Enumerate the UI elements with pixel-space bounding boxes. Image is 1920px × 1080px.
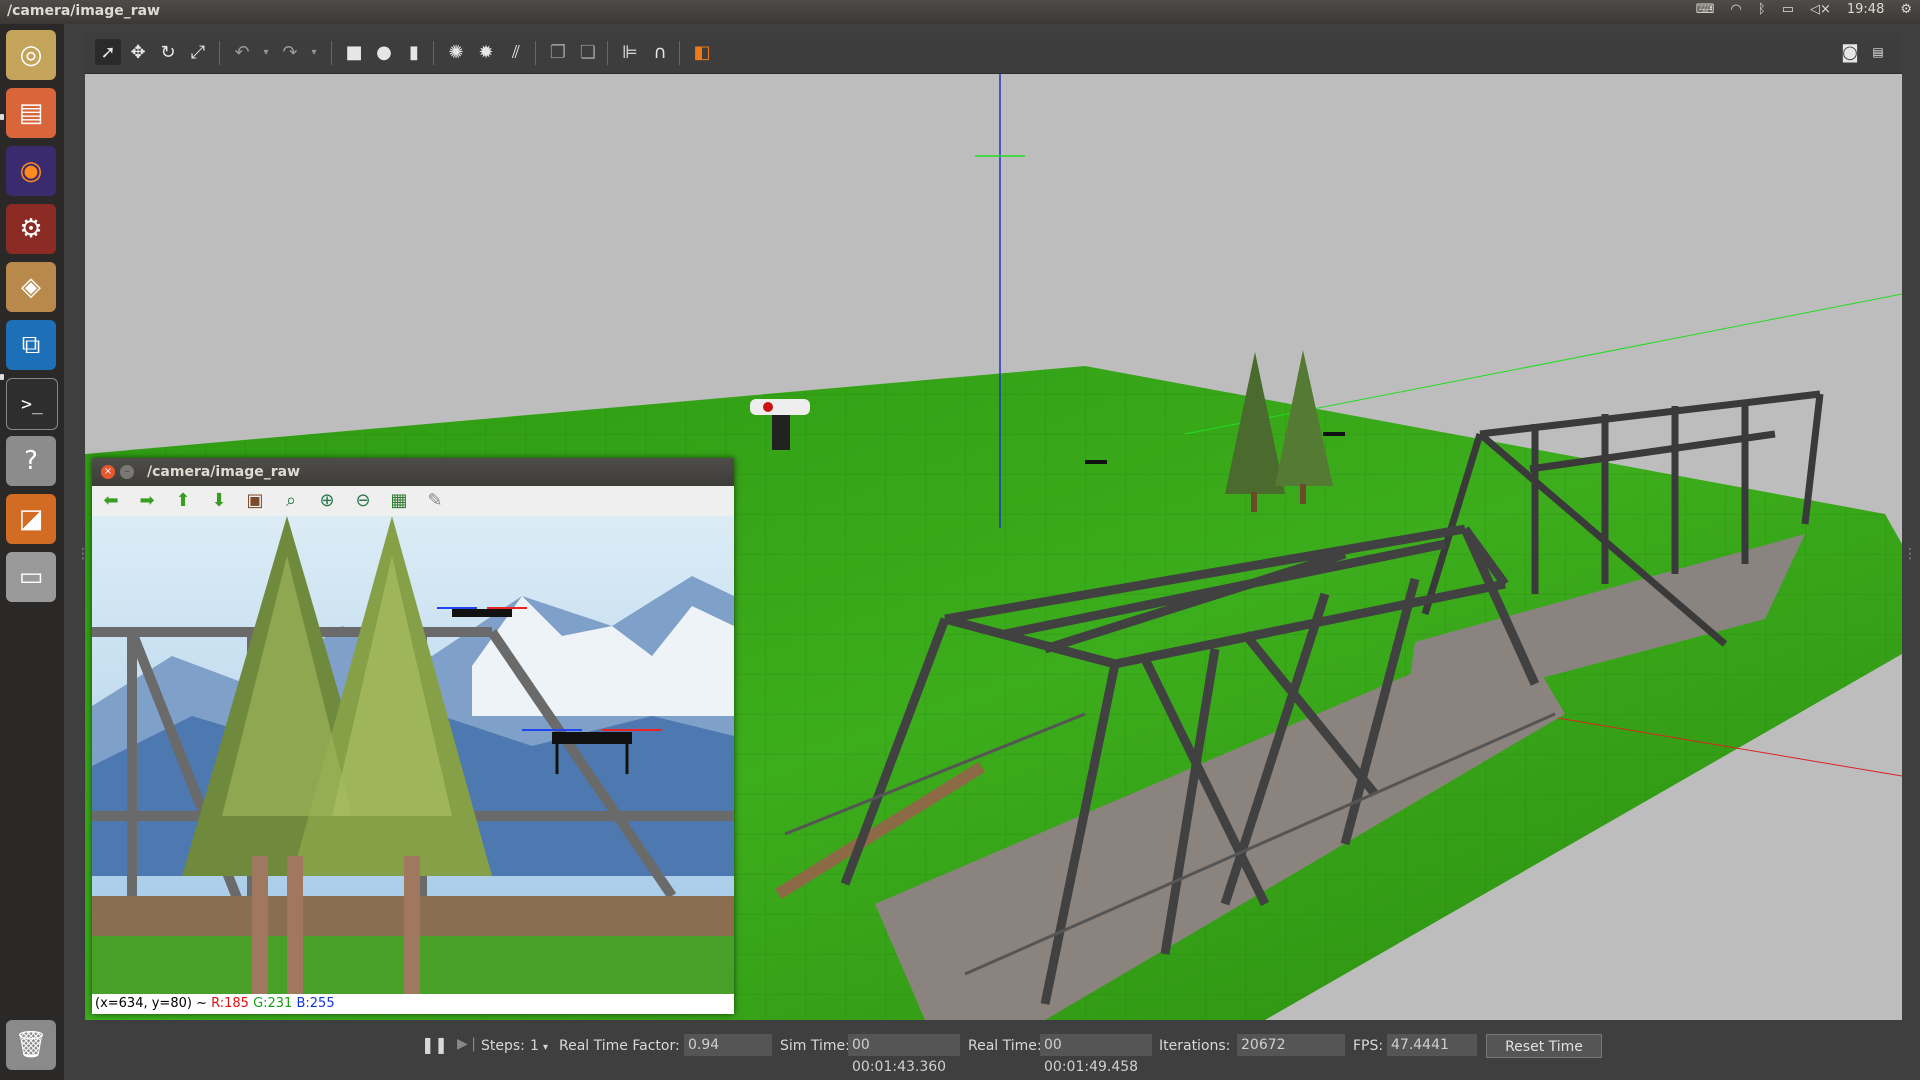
steps-dropdown-icon[interactable]: ▾ — [543, 1042, 548, 1053]
real-time-label: Real Time: — [968, 1038, 1042, 1054]
arrow-right-icon[interactable]: ➡ — [136, 490, 158, 512]
vscode-icon[interactable]: ⧉ — [6, 320, 56, 370]
box-shape-icon[interactable]: ■ — [341, 39, 367, 65]
zoom-in-icon[interactable]: ⊕ — [316, 490, 338, 512]
screenshot-icon[interactable]: ◙ — [1837, 39, 1863, 65]
volume-icon[interactable]: ◁× — [1810, 2, 1831, 17]
translate-mode-icon[interactable]: ✥ — [125, 39, 151, 65]
toolbar-separator — [535, 41, 536, 65]
rtf-field: 0.94 — [684, 1034, 772, 1056]
left-splitter-handle[interactable]: ⋮ — [76, 546, 90, 562]
sim-time-field: 00 00:01:43.360 — [848, 1034, 960, 1075]
brush-icon[interactable]: ✎ — [424, 490, 446, 512]
zoom-fit-icon[interactable]: ⌕ — [280, 490, 302, 512]
drone — [1085, 460, 1107, 464]
redo-dropdown-icon[interactable]: ▾ — [301, 39, 327, 65]
firefox-icon[interactable]: ◉ — [6, 146, 56, 196]
terminal-icon[interactable]: >_ — [6, 378, 58, 430]
running-indicator — [0, 374, 4, 380]
image-icon[interactable]: ▣ — [244, 490, 266, 512]
camera-image[interactable] — [92, 516, 734, 994]
toolbar-separator — [607, 41, 608, 65]
camera-pillar — [772, 410, 790, 450]
toolbar-separator — [219, 41, 220, 65]
help-icon[interactable]: ? — [6, 436, 56, 486]
pixel-green: G:231 — [253, 996, 293, 1011]
zoom-out-icon[interactable]: ⊖ — [352, 490, 374, 512]
gazebo-toolbar: ➚ ✥ ↻ ⤢ ↶ ▾ ↷ ▾ ■ ● ▮ ✺ ✹ ⫽ ❐ ❏ ⊫ ∩ ◧ ◙ … — [85, 33, 1902, 74]
log-icon[interactable]: ▤ — [1865, 39, 1891, 65]
drone — [1323, 432, 1345, 436]
iterations-label: Iterations: — [1159, 1038, 1231, 1054]
pixel-blue: B:255 — [296, 996, 335, 1011]
scale-mode-icon[interactable]: ⤢ — [185, 39, 211, 65]
save-icon[interactable]: ▦ — [388, 490, 410, 512]
rtf-label: Real Time Factor: — [559, 1038, 680, 1054]
toolbar-separator — [433, 41, 434, 65]
clock[interactable]: 19:48 — [1847, 2, 1884, 17]
toolbar-separator — [679, 41, 680, 65]
camera-image-render — [92, 516, 734, 994]
top-panel: /camera/image_raw ⌨ ◠ ᛒ ▭ ◁× 19:48 ⚙ — [0, 0, 1920, 24]
keyboard-icon[interactable]: ⌨ — [1696, 2, 1715, 17]
close-icon[interactable]: × — [101, 465, 115, 479]
running-indicator — [0, 114, 4, 120]
system-settings-icon[interactable]: ⚙ — [6, 204, 56, 254]
view-angle-icon[interactable]: ◧ — [689, 39, 715, 65]
trash-icon[interactable]: 🗑 — [6, 1020, 56, 1070]
steps-value[interactable]: 1 — [530, 1038, 539, 1054]
image-view-title: /camera/image_raw — [147, 464, 301, 480]
launcher: ◎ ▤ ◉ ⚙ ◈ ⧉ >_ ? ◪ ▭ 🗑 — [0, 24, 64, 1080]
dash-home-icon[interactable]: ◎ — [6, 30, 56, 80]
toolbar-separator — [331, 41, 332, 65]
snap-icon[interactable]: ∩ — [647, 39, 673, 65]
step-icon[interactable]: ▶❘ — [457, 1036, 480, 1052]
image-view-titlebar[interactable]: × – /camera/image_raw — [92, 458, 734, 486]
gear-icon[interactable]: ⚙ — [1900, 2, 1912, 17]
arrow-down-icon[interactable]: ⬇ — [208, 490, 230, 512]
arrow-left-icon[interactable]: ⬅ — [100, 490, 122, 512]
drive-icon[interactable]: ▭ — [6, 552, 56, 602]
gazebo-status-bar: ❚❚ ▶❘ Steps: 1 ▾ Real Time Factor: 0.94 … — [85, 1020, 1902, 1075]
paste-icon[interactable]: ❏ — [575, 39, 601, 65]
sim-time-label: Sim Time: — [780, 1038, 850, 1054]
wifi-icon[interactable]: ◠ — [1731, 2, 1742, 17]
steps-label: Steps: — [481, 1038, 525, 1054]
arrow-up-icon[interactable]: ⬆ — [172, 490, 194, 512]
battery-icon[interactable]: ▭ — [1782, 2, 1794, 17]
fps-field: 47.4441 — [1387, 1034, 1477, 1056]
right-splitter-handle[interactable]: ⋮ — [1903, 546, 1917, 562]
point-light-icon[interactable]: ✺ — [443, 39, 469, 65]
undo-dropdown-icon[interactable]: ▾ — [253, 39, 279, 65]
pixel-info-status: (x=634, y=80) ~ R:185 G:231 B:255 — [92, 994, 734, 1014]
pixel-red: R:185 — [211, 996, 249, 1011]
directional-light-icon[interactable]: ⫽ — [503, 39, 529, 65]
archive-icon[interactable]: ◈ — [6, 262, 56, 312]
spot-light-icon[interactable]: ✹ — [473, 39, 499, 65]
system-tray: ⌨ ◠ ᛒ ▭ ◁× 19:48 ⚙ — [1696, 2, 1912, 17]
files-icon[interactable]: ▤ — [6, 88, 56, 138]
package-installer-icon[interactable]: ◪ — [6, 494, 56, 544]
iterations-field: 20672 — [1237, 1034, 1345, 1056]
pause-icon[interactable]: ❚❚ — [421, 1035, 448, 1054]
rotate-mode-icon[interactable]: ↻ — [155, 39, 181, 65]
bluetooth-icon[interactable]: ᛒ — [1758, 2, 1766, 17]
reset-time-button[interactable]: Reset Time — [1486, 1034, 1602, 1058]
align-icon[interactable]: ⊫ — [617, 39, 643, 65]
image-view-toolbar: ⬅ ➡ ⬆ ⬇ ▣ ⌕ ⊕ ⊖ ▦ ✎ — [92, 486, 734, 516]
cylinder-shape-icon[interactable]: ▮ — [401, 39, 427, 65]
real-time-field: 00 00:01:49.458 — [1040, 1034, 1152, 1075]
undo-icon[interactable]: ↶ — [229, 39, 255, 65]
select-mode-icon[interactable]: ➚ — [95, 39, 121, 65]
sphere-shape-icon[interactable]: ● — [371, 39, 397, 65]
pixel-coords: (x=634, y=80) ~ — [95, 996, 212, 1011]
fps-label: FPS: — [1353, 1038, 1384, 1054]
window-title: /camera/image_raw — [7, 3, 161, 19]
redo-icon[interactable]: ↷ — [277, 39, 303, 65]
image-view-window: × – /camera/image_raw ⬅ ➡ ⬆ ⬇ ▣ ⌕ ⊕ ⊖ ▦ … — [92, 458, 734, 1014]
minimize-icon[interactable]: – — [120, 465, 134, 479]
copy-icon[interactable]: ❐ — [545, 39, 571, 65]
